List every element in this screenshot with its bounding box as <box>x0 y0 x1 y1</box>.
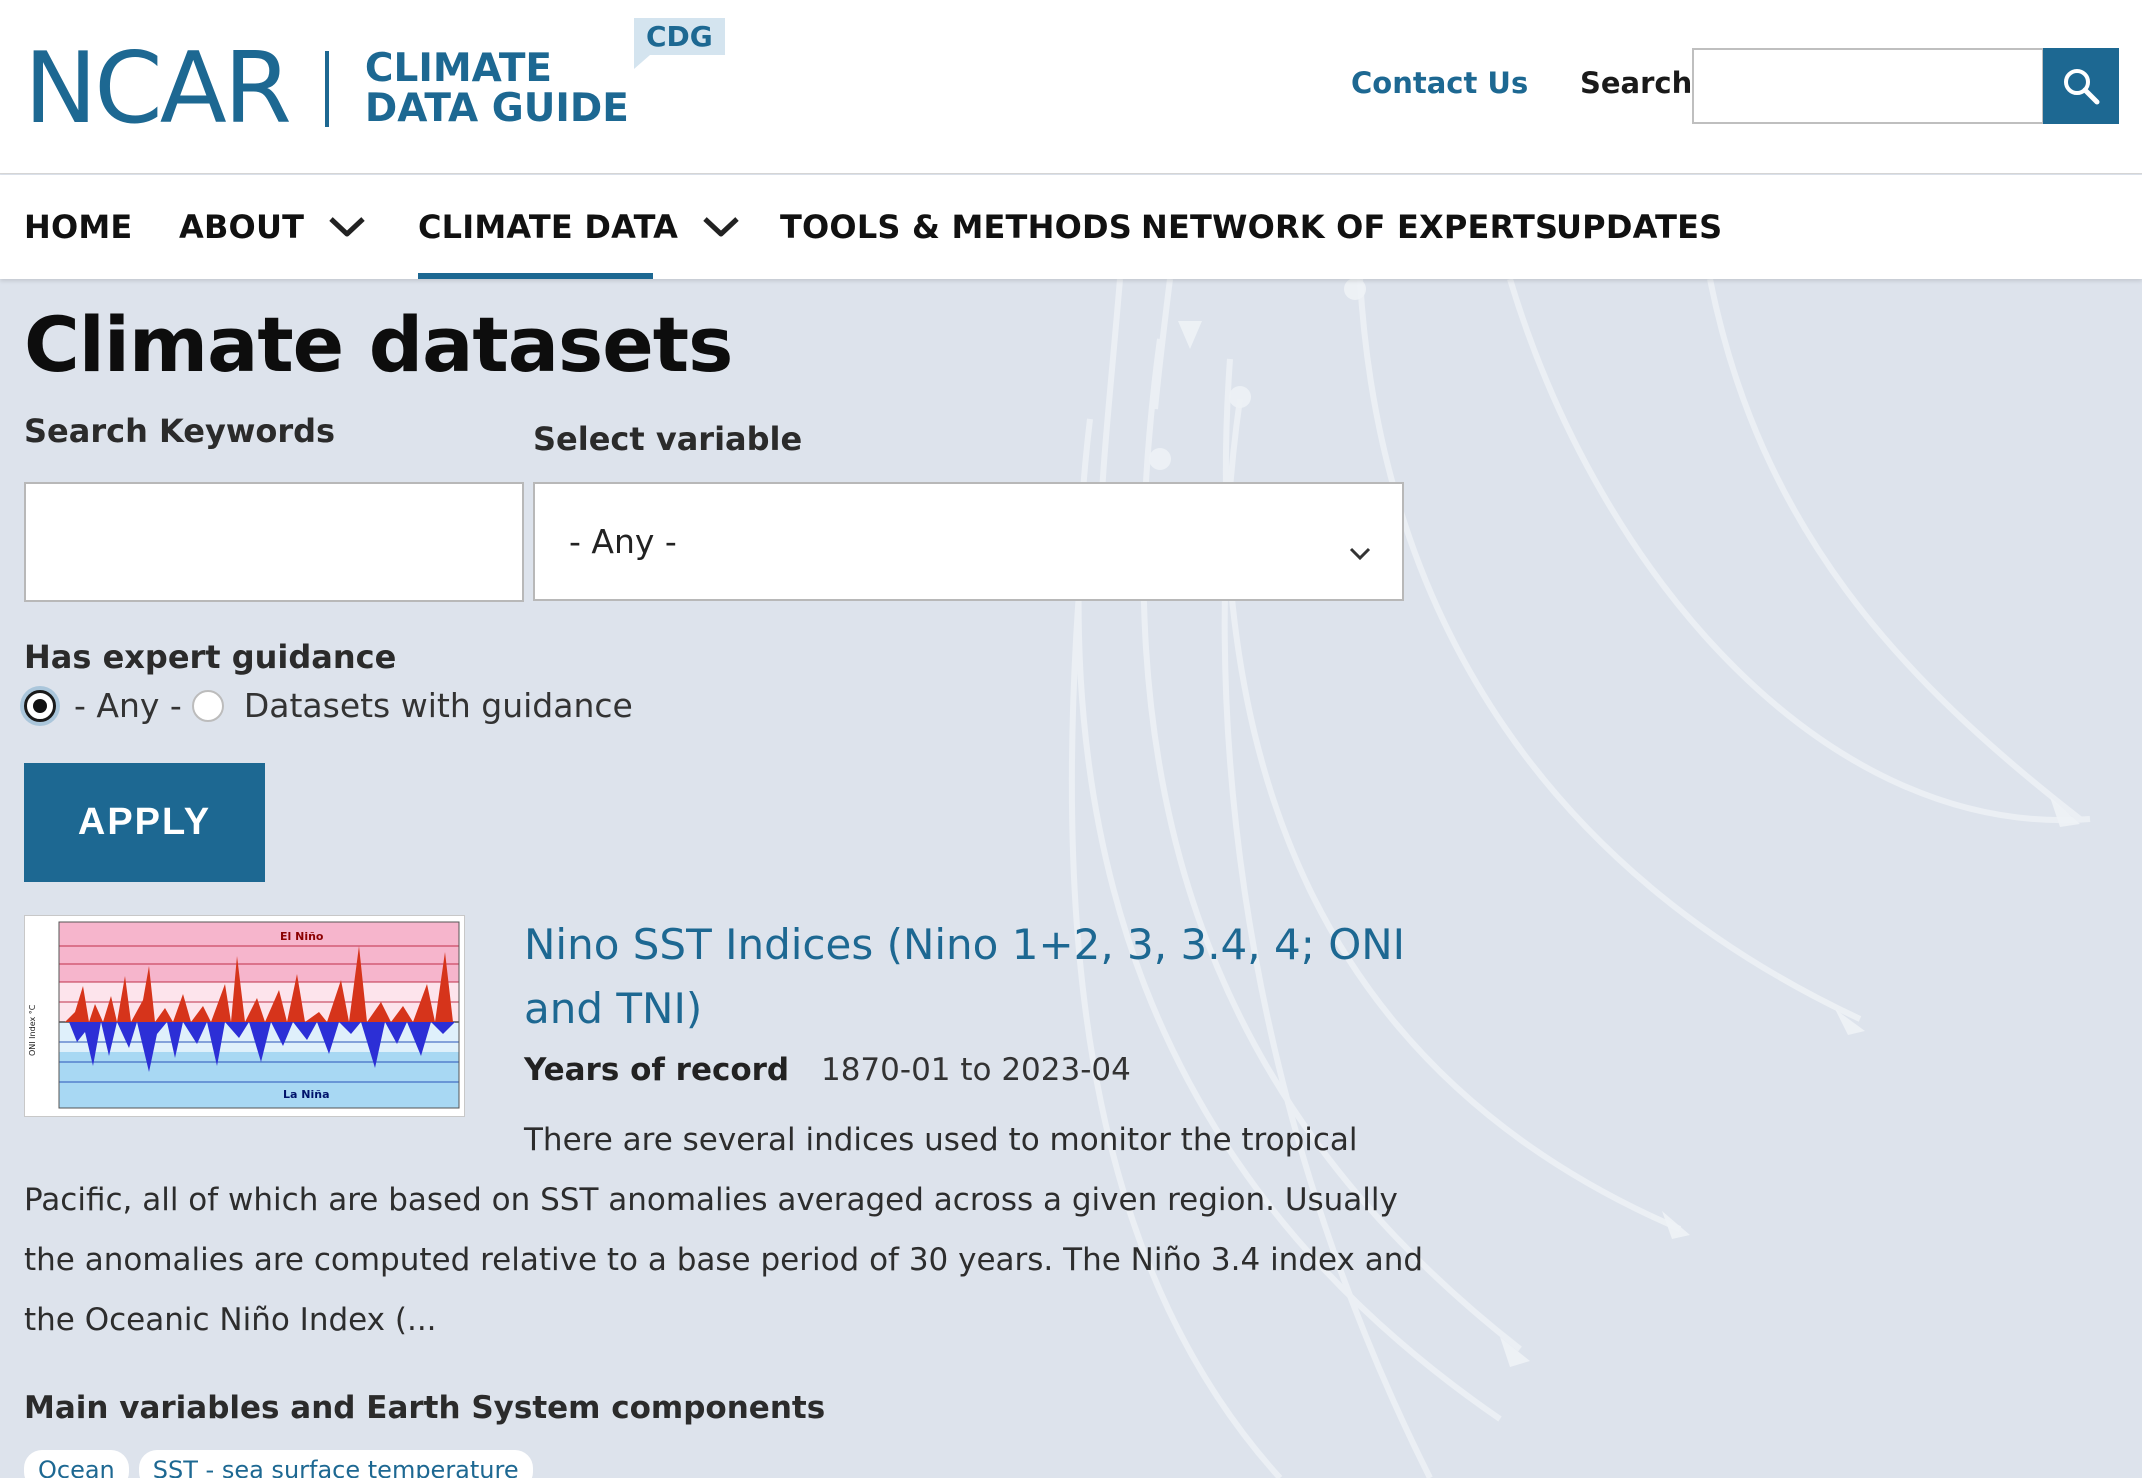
dataset-title-link[interactable]: Nino SST Indices (Nino 1+2, 3, 3.4, 4; O… <box>524 913 1424 1041</box>
nav-item-label: CLIMATE DATA <box>418 208 679 246</box>
radio-with-guidance-label[interactable]: Datasets with guidance <box>244 686 633 725</box>
dataset-description-line1: There are several indices used to monito… <box>524 1122 1358 1158</box>
guidance-label: Has expert guidance <box>24 638 397 676</box>
thumb-el-nino-label: El Niño <box>280 930 324 943</box>
logo-divider <box>324 51 329 127</box>
variable-label: Select variable <box>533 420 803 458</box>
logo-line-2: DATA GUIDE <box>364 86 629 131</box>
apply-button[interactable]: APPLY <box>24 763 265 882</box>
keywords-input[interactable] <box>24 482 524 602</box>
variables-heading: Main variables and Earth System componen… <box>24 1390 826 1426</box>
nav-item-label: TOOLS & METHODS <box>780 208 1132 246</box>
nav-item-about[interactable]: ABOUT <box>179 175 366 279</box>
nav-item-label: ABOUT <box>179 208 305 246</box>
active-tab-underline <box>418 273 653 279</box>
years-of-record: Years of record 1870-01 to 2023-04 <box>524 1052 1131 1088</box>
radio-any[interactable] <box>24 689 56 722</box>
radio-any-label[interactable]: - Any - <box>74 686 182 725</box>
thumb-y-axis-label: ONI Index °C <box>28 1004 37 1056</box>
years-value: 1870-01 to 2023-04 <box>820 1052 1131 1088</box>
variable-select[interactable]: - Any - <box>533 482 1404 601</box>
nav-item-updates[interactable]: UPDATES <box>1556 175 1722 279</box>
variable-tags: Ocean SST - sea surface temperature <box>24 1450 533 1478</box>
site-header: NCAR CLIMATE DATA GUIDE CDG Contact Us S… <box>0 0 2142 174</box>
keywords-label: Search Keywords <box>24 412 336 450</box>
chevron-down-icon[interactable] <box>328 208 366 246</box>
tag-sst[interactable]: SST - sea surface temperature <box>138 1450 533 1478</box>
nav-item-label: UPDATES <box>1556 208 1723 246</box>
site-search-input[interactable] <box>1692 48 2044 124</box>
nav-item-home[interactable]: HOME <box>24 175 133 279</box>
thumb-la-nina-label: La Niña <box>283 1088 330 1101</box>
nav-item-climate-data[interactable]: CLIMATE DATA <box>418 175 740 279</box>
search-label: Search <box>1580 66 1693 100</box>
nav-item-tools-methods[interactable]: TOOLS & METHODS <box>780 175 1132 279</box>
nav-item-label: HOME <box>24 208 133 246</box>
ncar-logo-text: NCAR <box>24 32 292 146</box>
tag-ocean[interactable]: Ocean <box>24 1450 129 1478</box>
ncar-cdg-logo[interactable]: NCAR CLIMATE DATA GUIDE <box>24 40 629 138</box>
cdg-logo-text: CLIMATE DATA GUIDE <box>365 49 629 129</box>
logo-line-1: CLIMATE <box>364 46 553 91</box>
years-label: Years of record <box>524 1052 790 1088</box>
dataset-description: Pacific, all of which are based on SST a… <box>24 1182 1424 1338</box>
contact-us-link[interactable]: Contact Us <box>1351 66 1528 100</box>
main-nav: HOME ABOUT CLIMATE DATA TOOLS & METHODS … <box>0 175 2142 279</box>
search-icon <box>2064 69 2100 105</box>
radio-with-guidance[interactable] <box>191 689 224 722</box>
oni-index-thumbnail-chart: El Niño La Niña ONI Index °C <box>25 916 464 1116</box>
chevron-down-icon[interactable] <box>702 208 740 246</box>
page-title: Climate datasets <box>24 300 733 389</box>
nav-item-network-of-experts[interactable]: NETWORK OF EXPERTS <box>1141 175 1558 279</box>
variable-select-value: - Any - <box>569 522 677 561</box>
nav-item-label: NETWORK OF EXPERTS <box>1141 208 1559 246</box>
cdg-badge: CDG <box>634 18 725 69</box>
dataset-thumbnail[interactable]: El Niño La Niña ONI Index °C <box>24 915 465 1117</box>
search-button[interactable] <box>2043 48 2119 124</box>
chevron-down-icon <box>1348 531 1372 570</box>
guidance-radio-group: - Any - Datasets with guidance <box>24 686 633 725</box>
